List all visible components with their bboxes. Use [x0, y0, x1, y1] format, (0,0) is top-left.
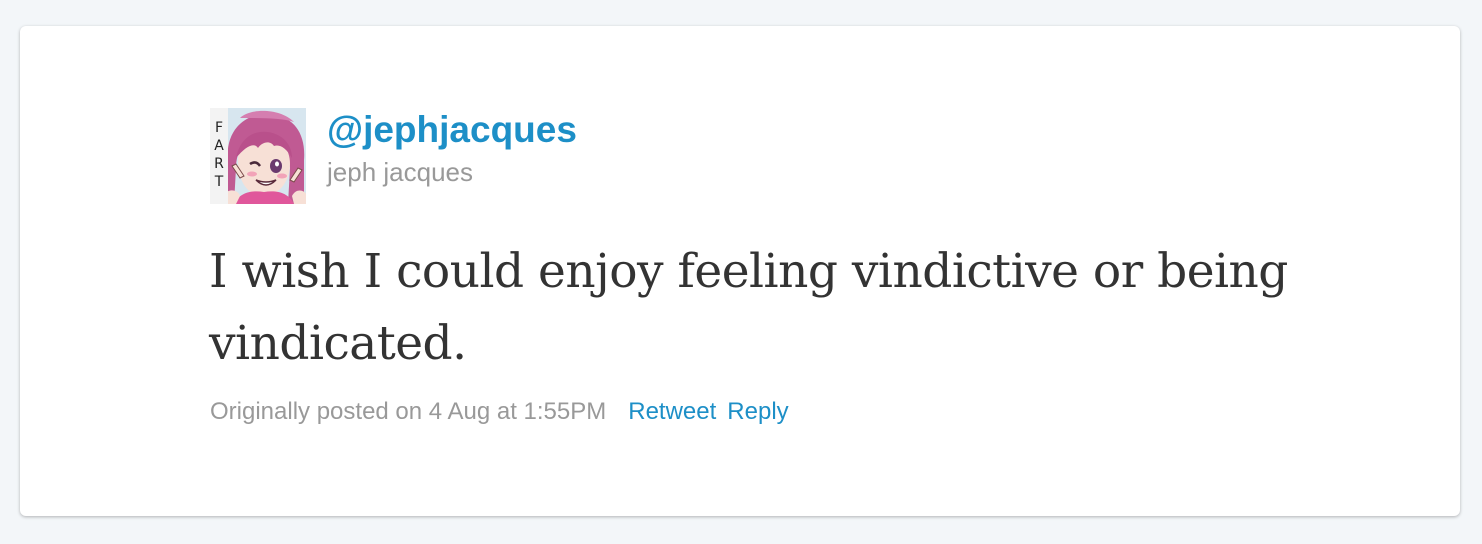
reply-link[interactable]: Reply [727, 398, 788, 425]
avatar-image: F A R T [210, 108, 306, 204]
user-handle[interactable]: @jephjacques [327, 108, 577, 152]
tweet-text: I wish I could enjoy feeling vindictive … [209, 244, 1288, 371]
svg-text:F: F [215, 120, 223, 136]
user-display-name: jeph jacques [327, 157, 473, 187]
posted-timestamp: Originally posted on 4 Aug at 1:55PM [210, 398, 607, 425]
svg-text:T: T [214, 174, 224, 190]
svg-text:A: A [214, 138, 224, 154]
tweet-card: F A R T @jephjacques jeph jacques I wish… [20, 26, 1460, 516]
avatar[interactable]: F A R T [210, 108, 306, 204]
retweet-link[interactable]: Retweet [628, 398, 716, 425]
tweet-meta: Originally posted on 4 Aug at 1:55PM Retw… [210, 397, 789, 427]
svg-text:R: R [214, 156, 224, 172]
